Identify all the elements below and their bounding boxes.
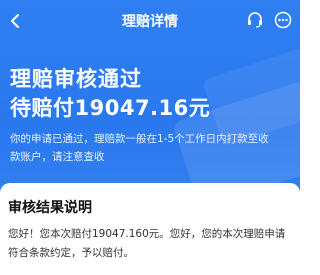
result-card-body: 您好！您本次赔付19047.160元。您好，您的本次理赔申请符合条款约定，予以赔…	[8, 228, 286, 259]
more-button[interactable]	[272, 9, 294, 31]
status-description: 你的申请已通过，理赔款一般在1-5个工作日内打款至收款账户，请注意查收	[10, 133, 269, 163]
claim-detail-screen: 理赔详情 理赔审核通过 待赔付19047.16元 你的申请已通过，理赔款一般在1…	[0, 0, 300, 275]
nav-bar: 理赔详情	[0, 0, 300, 40]
customer-service-icon	[248, 12, 262, 28]
more-icon	[274, 11, 292, 29]
status-headline: 理赔审核通过	[10, 67, 142, 91]
result-card: 审核结果说明 您好！您本次赔付19047.160元。您好，您的本次理赔申请符合条…	[0, 183, 300, 275]
nav-actions	[244, 9, 294, 31]
pending-amount: 待赔付19047.16元	[10, 96, 211, 120]
customer-service-button[interactable]	[244, 9, 266, 31]
result-card-title: 审核结果说明	[8, 200, 92, 216]
